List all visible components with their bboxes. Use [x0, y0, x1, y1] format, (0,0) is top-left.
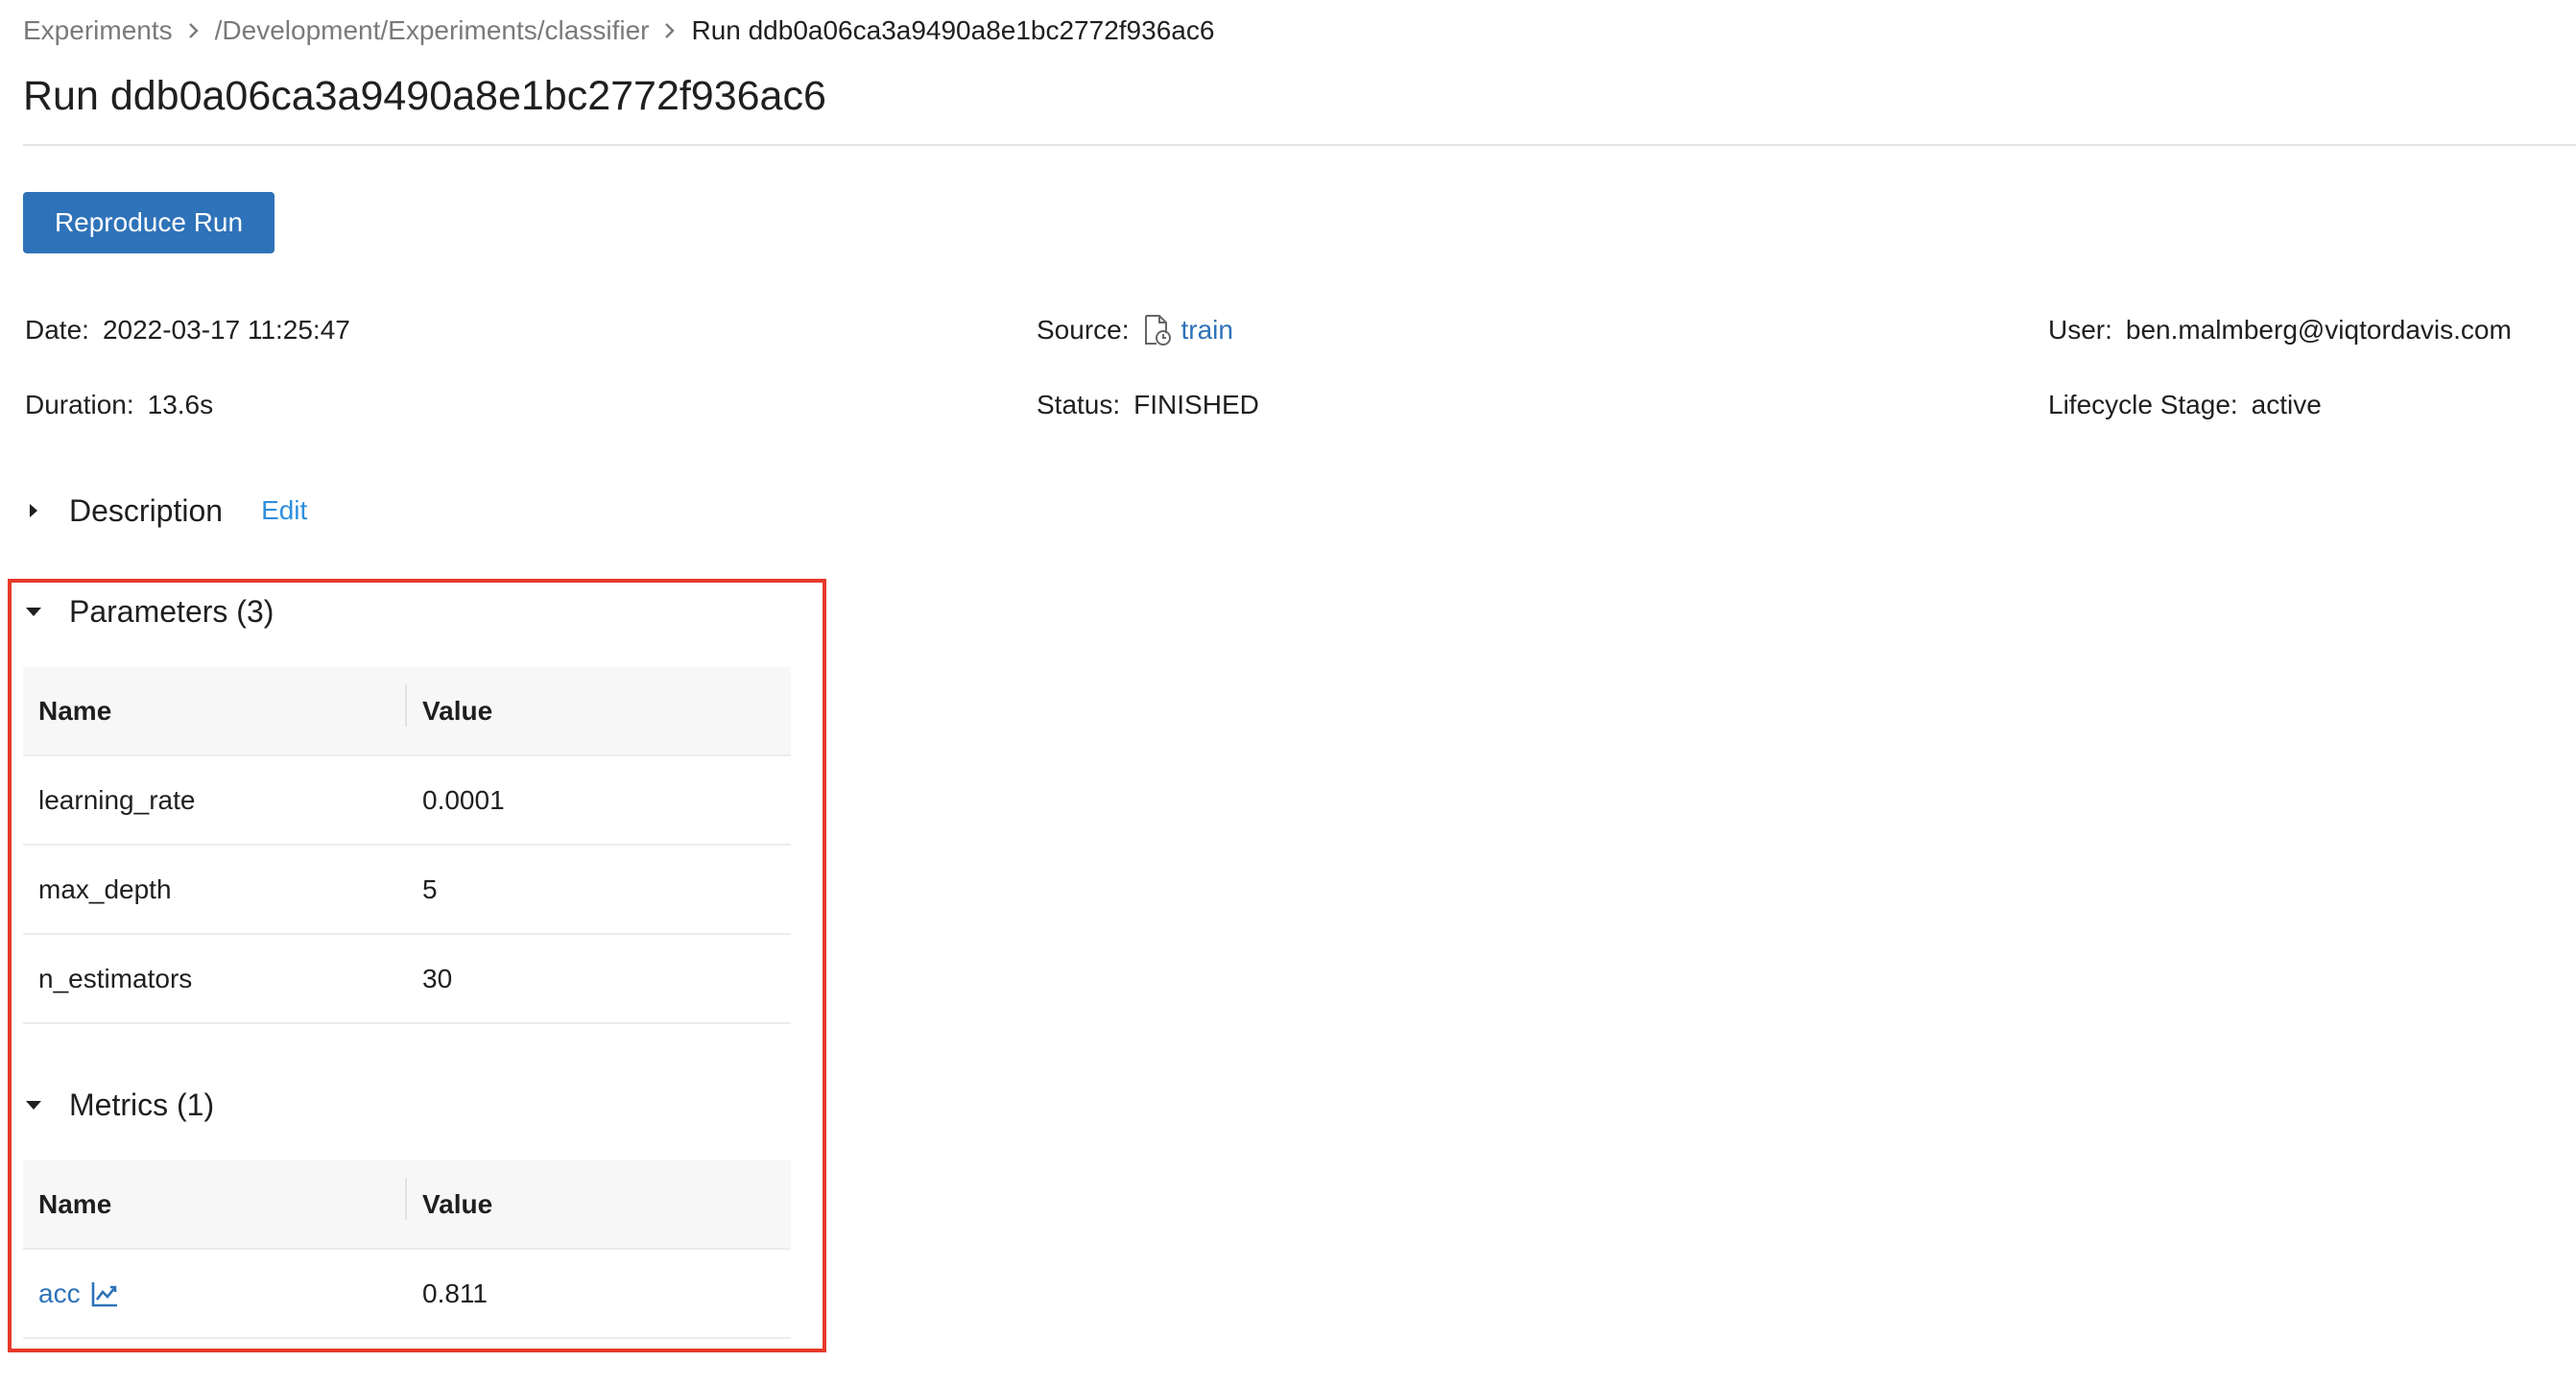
metric-name-cell: acc — [23, 1278, 407, 1309]
param-name: learning_rate — [38, 784, 196, 815]
column-header-value[interactable]: Value — [407, 1189, 492, 1220]
description-label: Description — [69, 493, 224, 528]
metric-value: 0.811 — [422, 1278, 488, 1308]
summary-date: Date: 2022-03-17 11:25:47 — [25, 313, 350, 347]
table-row: max_depth 5 — [23, 846, 791, 935]
summary-lifecycle: Lifecycle Stage: active — [2048, 388, 2322, 422]
summary-source: Source: train — [1037, 313, 1233, 347]
breadcrumb-experiments[interactable]: Experiments — [23, 13, 173, 48]
source-label: Source — [1037, 315, 1122, 345]
caret-down-icon — [23, 1086, 44, 1124]
date-value: 2022-03-17 11:25:47 — [102, 315, 350, 345]
parameters-label: Parameters (3) — [69, 594, 274, 629]
lifecycle-label: Lifecycle Stage — [2048, 390, 2230, 419]
edit-description-link[interactable]: Edit — [261, 491, 307, 530]
metric-name: acc — [38, 1278, 81, 1308]
parameters-section-toggle[interactable]: Parameters (3) — [23, 592, 274, 631]
table-header-row: Name Value — [23, 1160, 791, 1250]
page-title: Run ddb0a06ca3a9490a8e1bc2772f936ac6 — [23, 73, 826, 119]
table-row: acc 0.811 — [23, 1250, 791, 1339]
table-header-row: Name Value — [23, 667, 791, 756]
user-value: ben.malmberg@viqtordavis.com — [2125, 315, 2512, 345]
reproduce-run-button[interactable]: Reproduce Run — [23, 192, 274, 253]
source-link[interactable]: train — [1181, 313, 1233, 347]
run-page: Experiments /Development/Experiments/cla… — [0, 0, 2576, 1386]
param-value: 5 — [422, 873, 438, 904]
param-name: max_depth — [38, 873, 172, 904]
chevron-right-icon — [649, 13, 691, 48]
breadcrumb-current-run: Run ddb0a06ca3a9490a8e1bc2772f936ac6 — [691, 15, 1215, 45]
metric-link-acc[interactable]: acc — [38, 1278, 119, 1309]
metrics-label: Metrics (1) — [69, 1087, 215, 1122]
lifecycle-value: active — [2251, 390, 2322, 419]
breadcrumb: Experiments /Development/Experiments/cla… — [23, 13, 1214, 48]
metrics-table: Name Value acc 0.811 — [23, 1160, 791, 1339]
column-header-name[interactable]: Name — [23, 683, 407, 727]
param-value: 30 — [422, 963, 453, 993]
table-row: n_estimators 30 — [23, 935, 791, 1024]
column-header-value[interactable]: Value — [407, 696, 492, 727]
summary-duration: Duration: 13.6s — [25, 388, 213, 422]
column-header-name[interactable]: Name — [23, 1177, 407, 1220]
param-name: n_estimators — [38, 963, 193, 993]
table-row: learning_rate 0.0001 — [23, 756, 791, 846]
summary-status: Status: FINISHED — [1037, 388, 1259, 422]
summary-user: User: ben.malmberg@viqtordavis.com — [2048, 313, 2512, 347]
param-value: 0.0001 — [422, 784, 505, 815]
duration-value: 13.6s — [147, 390, 214, 419]
line-chart-icon — [90, 1279, 119, 1308]
status-value: FINISHED — [1133, 390, 1259, 419]
parameters-table: Name Value learning_rate 0.0001 max_dept… — [23, 667, 791, 1024]
chevron-right-icon — [173, 13, 215, 48]
breadcrumb-experiment-path[interactable]: /Development/Experiments/classifier — [215, 13, 650, 48]
status-label: Status — [1037, 390, 1113, 419]
user-label: User — [2048, 315, 2106, 345]
duration-label: Duration — [25, 390, 127, 419]
date-label: Date — [25, 315, 83, 345]
caret-down-icon — [23, 592, 44, 631]
header-divider — [23, 144, 2576, 146]
notebook-file-icon — [1143, 313, 1174, 347]
description-section-toggle[interactable]: Description Edit — [23, 491, 307, 530]
metrics-section-toggle[interactable]: Metrics (1) — [23, 1086, 214, 1124]
caret-right-icon — [23, 491, 44, 530]
